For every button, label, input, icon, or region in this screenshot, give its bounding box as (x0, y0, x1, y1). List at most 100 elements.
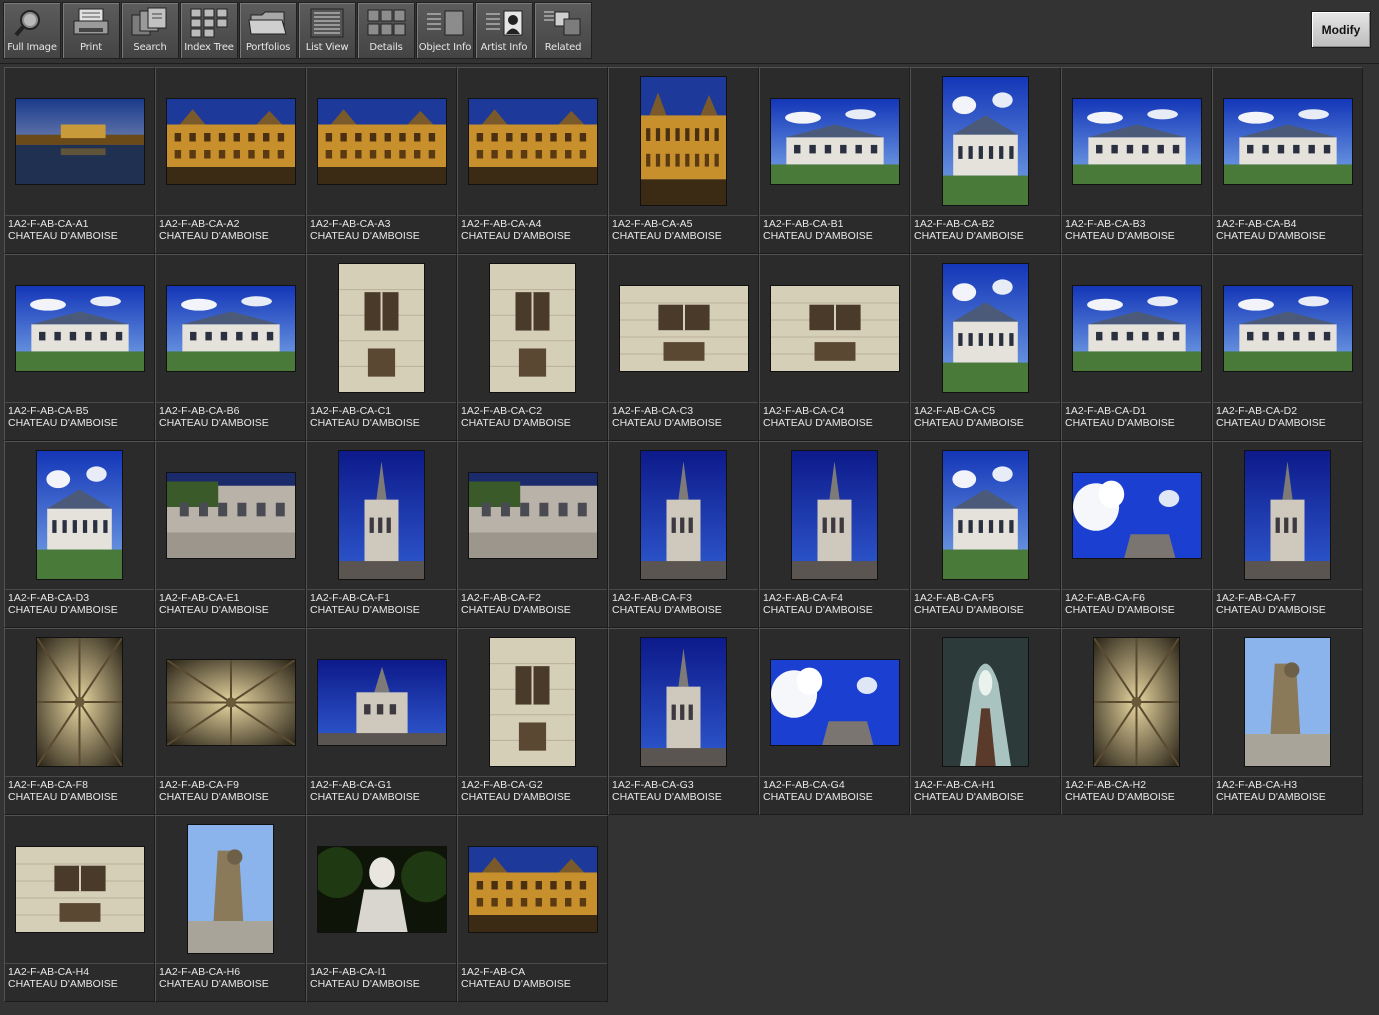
thumbnail-image[interactable] (317, 98, 446, 184)
thumbnail-image[interactable] (15, 846, 144, 932)
thumbnail-card[interactable]: 1A2-F-AB-CA-H1 CHATEAU D'AMBOISE (910, 628, 1061, 815)
thumbnail-image[interactable] (15, 98, 144, 184)
thumbnail-card[interactable]: 1A2-F-AB-CA-E1 CHATEAU D'AMBOISE (155, 441, 306, 628)
thumbnail-image[interactable] (339, 264, 424, 392)
item-title: CHATEAU D'AMBOISE (612, 230, 722, 242)
thumbnail-card[interactable]: 1A2-F-AB-CA-C1 CHATEAU D'AMBOISE (306, 254, 457, 441)
thumbnail-image[interactable] (770, 285, 899, 371)
thumbnail-card[interactable]: 1A2-F-AB-CA-F8 CHATEAU D'AMBOISE (4, 628, 155, 815)
thumbnail-image[interactable] (468, 846, 597, 932)
thumbnail-card[interactable]: 1A2-F-AB-CA-A5 CHATEAU D'AMBOISE (608, 67, 759, 254)
thumbnail-card[interactable]: 1A2-F-AB-CA-F3 CHATEAU D'AMBOISE (608, 441, 759, 628)
thumbnail-image[interactable] (37, 451, 122, 579)
thumbnail-card[interactable]: 1A2-F-AB-CA-A2 CHATEAU D'AMBOISE (155, 67, 306, 254)
thumbnail-card[interactable]: 1A2-F-AB-CA-B6 CHATEAU D'AMBOISE (155, 254, 306, 441)
thumbnail-card[interactable]: 1A2-F-AB-CA-F4 CHATEAU D'AMBOISE (759, 441, 910, 628)
thumbnail-card[interactable]: 1A2-F-AB-CA-C2 CHATEAU D'AMBOISE (457, 254, 608, 441)
thumbnail-image[interactable] (15, 285, 144, 371)
thumbnail-frame (5, 629, 154, 775)
thumbnail-image[interactable] (166, 285, 295, 371)
thumbnail-image[interactable] (943, 451, 1028, 579)
item-id: 1A2-F-AB-CA-A1 (8, 218, 89, 230)
thumbnail-image[interactable] (943, 77, 1028, 205)
thumbnail-image[interactable] (1094, 638, 1179, 766)
details-button[interactable]: Details (357, 2, 415, 59)
thumbnail-image[interactable] (166, 472, 295, 558)
toolbar-button-label: Details (369, 42, 403, 53)
item-id: 1A2-F-AB-CA-H2 (1065, 779, 1147, 791)
thumbnail-image[interactable] (1223, 98, 1352, 184)
thumbnail-card[interactable]: 1A2-F-AB-CA-H2 CHATEAU D'AMBOISE (1061, 628, 1212, 815)
thumbnail-card[interactable]: 1A2-F-AB-CA-H3 CHATEAU D'AMBOISE (1212, 628, 1363, 815)
thumbnail-card[interactable]: 1A2-F-AB-CA-H4 CHATEAU D'AMBOISE (4, 815, 155, 1002)
thumbnail-image[interactable] (619, 285, 748, 371)
thumbnail-card[interactable]: 1A2-F-AB-CA-F9 CHATEAU D'AMBOISE (155, 628, 306, 815)
thumbnail-card[interactable]: 1A2-F-AB-CA-F7 CHATEAU D'AMBOISE (1212, 441, 1363, 628)
item-id: 1A2-F-AB-CA-B5 (8, 405, 89, 417)
list-view-button[interactable]: List View (298, 2, 356, 59)
thumbnail-image[interactable] (792, 451, 877, 579)
thumbnail-card[interactable]: 1A2-F-AB-CA-B4 CHATEAU D'AMBOISE (1212, 67, 1363, 254)
thumbnail-card[interactable]: 1A2-F-AB-CA-A3 CHATEAU D'AMBOISE (306, 67, 457, 254)
thumbnail-image[interactable] (1223, 285, 1352, 371)
related-button[interactable]: Related (534, 2, 592, 59)
thumbnail-card[interactable]: 1A2-F-AB-CA-A4 CHATEAU D'AMBOISE (457, 67, 608, 254)
thumbnail-image[interactable] (1245, 638, 1330, 766)
thumbnail-card[interactable]: 1A2-F-AB-CA CHATEAU D'AMBOISE (457, 815, 608, 1002)
object-info-button[interactable]: Object Info (416, 2, 474, 59)
index-tree-button[interactable]: Index Tree (180, 2, 238, 59)
thumbnail-image[interactable] (943, 638, 1028, 766)
thumbnail-card[interactable]: 1A2-F-AB-CA-I1 CHATEAU D'AMBOISE (306, 815, 457, 1002)
thumbnail-image[interactable] (188, 825, 273, 953)
thumbnail-image[interactable] (468, 472, 597, 558)
thumbnail-card[interactable]: 1A2-F-AB-CA-G2 CHATEAU D'AMBOISE (457, 628, 608, 815)
portfolios-button[interactable]: Portfolios (239, 2, 297, 59)
thumbnail-image[interactable] (943, 264, 1028, 392)
thumbnail-card[interactable]: 1A2-F-AB-CA-D1 CHATEAU D'AMBOISE (1061, 254, 1212, 441)
thumbnail-image[interactable] (37, 638, 122, 766)
thumbnail-image[interactable] (770, 659, 899, 745)
thumbnail-card[interactable]: 1A2-F-AB-CA-F2 CHATEAU D'AMBOISE (457, 441, 608, 628)
artist-info-button[interactable]: Artist Info (475, 2, 533, 59)
thumbnail-card[interactable]: 1A2-F-AB-CA-C3 CHATEAU D'AMBOISE (608, 254, 759, 441)
thumbnail-image[interactable] (490, 638, 575, 766)
thumbnail-image[interactable] (339, 451, 424, 579)
thumbnail-card[interactable]: 1A2-F-AB-CA-G3 CHATEAU D'AMBOISE (608, 628, 759, 815)
thumbnail-image[interactable] (1072, 472, 1201, 558)
thumbnail-card[interactable]: 1A2-F-AB-CA-B1 CHATEAU D'AMBOISE (759, 67, 910, 254)
thumbnail-card[interactable]: 1A2-F-AB-CA-A1 CHATEAU D'AMBOISE (4, 67, 155, 254)
thumbnail-image[interactable] (641, 451, 726, 579)
search-button[interactable]: Search (121, 2, 179, 59)
thumbnail-card[interactable]: 1A2-F-AB-CA-G4 CHATEAU D'AMBOISE (759, 628, 910, 815)
thumbnail-image[interactable] (1245, 451, 1330, 579)
thumbnail-card[interactable]: 1A2-F-AB-CA-C5 CHATEAU D'AMBOISE (910, 254, 1061, 441)
thumbnail-card[interactable]: 1A2-F-AB-CA-C4 CHATEAU D'AMBOISE (759, 254, 910, 441)
thumbnail-image[interactable] (770, 98, 899, 184)
thumbnail-image[interactable] (166, 98, 295, 184)
item-title: CHATEAU D'AMBOISE (612, 791, 722, 803)
thumbnail-image[interactable] (490, 264, 575, 392)
thumbnail-frame (1213, 629, 1362, 775)
modify-button[interactable]: Modify (1311, 11, 1371, 48)
thumbnail-image[interactable] (468, 98, 597, 184)
thumbnail-card[interactable]: 1A2-F-AB-CA-D3 CHATEAU D'AMBOISE (4, 441, 155, 628)
full-image-button[interactable]: Full Image (3, 2, 61, 59)
thumbnail-card[interactable]: 1A2-F-AB-CA-F1 CHATEAU D'AMBOISE (306, 441, 457, 628)
thumbnail-image[interactable] (317, 846, 446, 932)
thumbnail-card[interactable]: 1A2-F-AB-CA-H6 CHATEAU D'AMBOISE (155, 815, 306, 1002)
thumbnail-card[interactable]: 1A2-F-AB-CA-B5 CHATEAU D'AMBOISE (4, 254, 155, 441)
thumbnail-image[interactable] (1072, 98, 1201, 184)
thumbnail-card[interactable]: 1A2-F-AB-CA-F5 CHATEAU D'AMBOISE (910, 441, 1061, 628)
thumbnail-image[interactable] (166, 659, 295, 745)
thumbnail-card[interactable]: 1A2-F-AB-CA-F6 CHATEAU D'AMBOISE (1061, 441, 1212, 628)
print-button[interactable]: Print (62, 2, 120, 59)
thumbnail-image[interactable] (1072, 285, 1201, 371)
thumbnail-card[interactable]: 1A2-F-AB-CA-G1 CHATEAU D'AMBOISE (306, 628, 457, 815)
thumbnail-card[interactable]: 1A2-F-AB-CA-D2 CHATEAU D'AMBOISE (1212, 254, 1363, 441)
thumbnail-card[interactable]: 1A2-F-AB-CA-B3 CHATEAU D'AMBOISE (1061, 67, 1212, 254)
thumbnail-image[interactable] (317, 659, 446, 745)
item-id: 1A2-F-AB-CA-A3 (310, 218, 391, 230)
thumbnail-image[interactable] (641, 638, 726, 766)
thumbnail-image[interactable] (641, 77, 726, 205)
thumbnail-card[interactable]: 1A2-F-AB-CA-B2 CHATEAU D'AMBOISE (910, 67, 1061, 254)
